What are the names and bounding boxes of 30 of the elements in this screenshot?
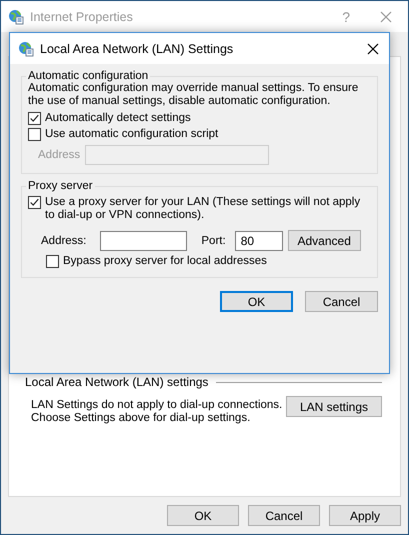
group-title: Proxy server (27, 180, 94, 192)
address-field[interactable] (100, 230, 188, 250)
checkbox[interactable] (28, 128, 41, 141)
checkbox-label: Use a proxy server for your LAN (These settings will not apply to dial-up or VPN connections). (45, 196, 362, 222)
close-icon[interactable] (367, 42, 379, 54)
description: Automatic configuration may override manual settings. To ensure the use of manual settings, disable automatic configuration. (28, 82, 360, 108)
checkbox[interactable] (28, 112, 41, 125)
field-label: Address (38, 149, 82, 161)
field-label: Port: (201, 234, 226, 246)
advanced-button[interactable]: Advanced (288, 230, 361, 251)
lan-note: LAN Settings do not apply to dial-up connections. Choose Settings above for dial-up settings. (31, 398, 282, 425)
window-title: Internet Properties (30, 10, 134, 24)
port-field[interactable]: 80 (234, 230, 283, 250)
dialog-button[interactable]: Apply (329, 505, 401, 526)
dialog-button[interactable]: Cancel (305, 291, 378, 312)
checkbox-label: Automatically detect settings (45, 112, 191, 125)
lan-settings-button[interactable]: LAN settings (286, 396, 382, 417)
checkbox-label: Use automatic configuration script (45, 128, 218, 141)
globe-icon (8, 8, 24, 24)
checkbox[interactable] (46, 255, 59, 268)
checkbox[interactable] (28, 196, 41, 209)
dialog-title: Local Area Network (LAN) Settings (40, 42, 234, 56)
globe-icon (18, 40, 34, 56)
section-title: Local Area Network (LAN) settings (25, 375, 208, 389)
dialog-button[interactable]: OK (167, 505, 239, 526)
field-label: Address: (41, 234, 86, 246)
group-title: Automatic configuration (27, 70, 150, 82)
dialog-button[interactable]: Cancel (248, 505, 320, 526)
checkbox-label: Bypass proxy server for local addresses (63, 255, 267, 268)
dialog-button[interactable]: OK (220, 291, 293, 312)
